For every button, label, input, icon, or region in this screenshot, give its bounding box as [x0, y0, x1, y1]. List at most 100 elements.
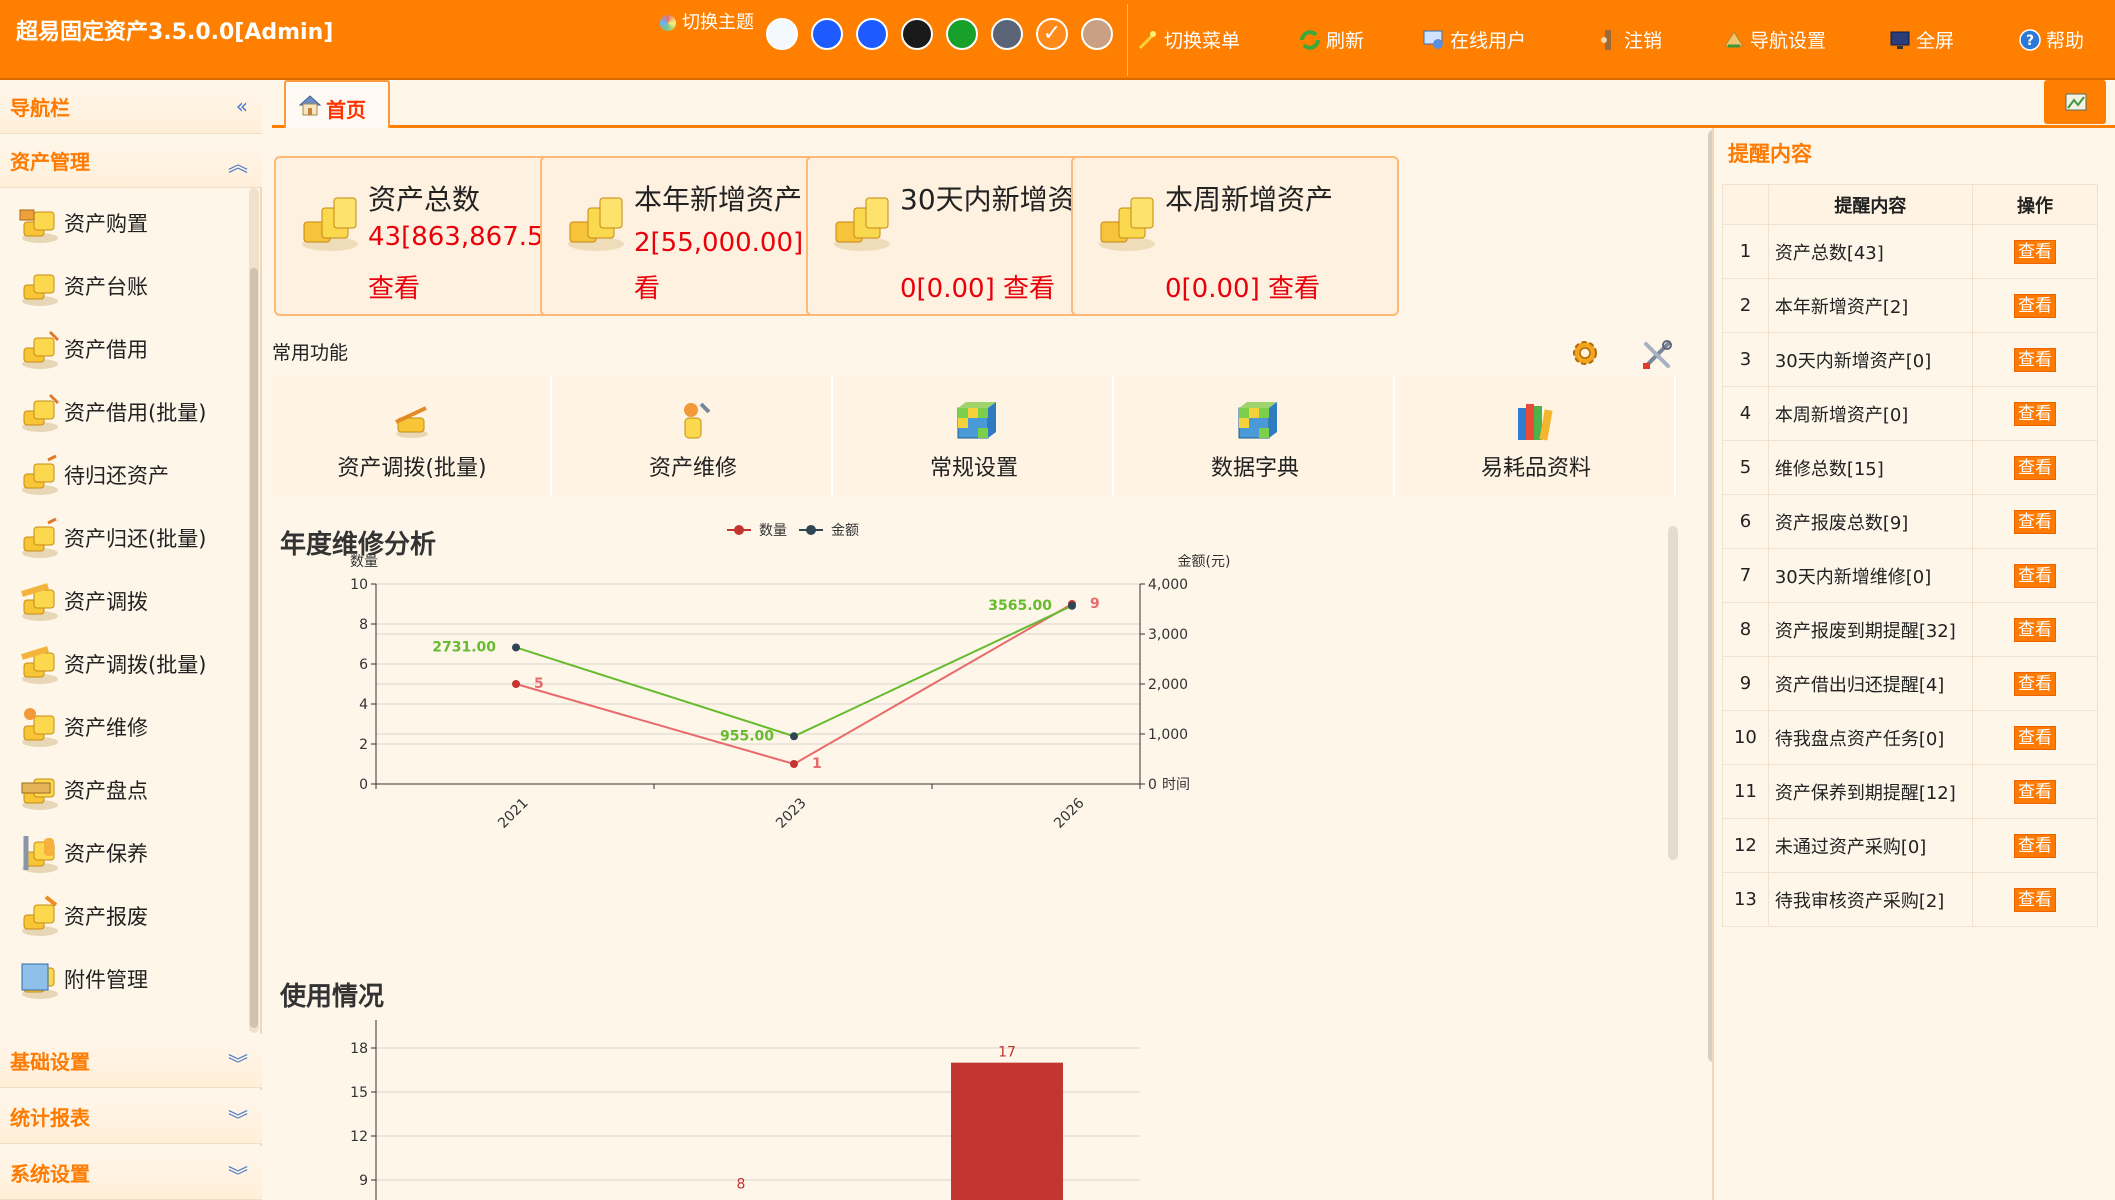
topnav-logout[interactable]: 注销 — [1596, 26, 1662, 56]
view-button[interactable]: 查看 — [2013, 455, 2056, 480]
sidebar-scrollbar-thumb[interactable] — [250, 268, 258, 1028]
legend-label[interactable]: 数量 — [759, 523, 787, 539]
sidebar-item-asset-borrow-batch[interactable]: 资产借用(批量) — [0, 381, 248, 441]
sidebar-item-asset-scrap[interactable]: 资产报废 — [0, 885, 248, 945]
view-button[interactable]: 查看 — [2013, 563, 2056, 588]
sidebar-group-basic-label: 基础设置 — [10, 1050, 90, 1074]
common-function-item[interactable]: 资产调拨(批量) — [272, 376, 552, 496]
sidebar-group-reports[interactable]: 统计报表 ︾ — [0, 1090, 262, 1144]
theme-swatch[interactable] — [1081, 18, 1113, 50]
sidebar-item-label: 资产报废 — [64, 905, 148, 929]
tab-menu-button[interactable] — [2044, 80, 2106, 124]
view-button[interactable]: 查看 — [2013, 617, 2056, 642]
common-function-item[interactable]: 资产维修 — [553, 376, 833, 496]
series-point[interactable] — [790, 760, 798, 768]
sidebar-item-asset-transfer-batch[interactable]: 资产调拨(批量) — [0, 633, 248, 693]
sidebar-item-asset-maintenance[interactable]: 资产保养 — [0, 822, 248, 882]
asset-transfer-batch-icon — [18, 643, 62, 685]
series-point[interactable] — [512, 643, 520, 652]
sidebar-item-asset-repair[interactable]: 资产维修 — [0, 696, 248, 756]
reminder-row: 3 30天内新增资产[0] 查看 — [1722, 332, 2099, 387]
sidebar-item-attachment[interactable]: 附件管理 — [0, 948, 248, 1008]
view-button[interactable]: 查看 — [2013, 725, 2056, 750]
stat-card[interactable]: 本周新增资产 0[0.00] 查看 — [1071, 156, 1399, 316]
series-point[interactable] — [790, 732, 798, 741]
reminder-row: 9 资产借出归还提醒[4] 查看 — [1722, 656, 2099, 711]
view-button[interactable]: 查看 — [2013, 239, 2056, 264]
usage-bar[interactable] — [951, 1062, 1063, 1200]
sidebar-group-assets[interactable]: 资产管理 ︽ — [0, 134, 262, 188]
common-function-label: 资产调拨(批量) — [337, 456, 487, 481]
theme-swatch[interactable] — [901, 18, 933, 50]
view-button[interactable]: 查看 — [2013, 509, 2056, 534]
topnav-refresh[interactable]: 刷新 — [1298, 26, 1364, 56]
topnav-wand[interactable]: 切换菜单 — [1136, 26, 1240, 56]
theme-swatch[interactable]: ✓ — [1036, 18, 1068, 50]
view-button[interactable]: 查看 — [2013, 779, 2056, 804]
collapse-left-icon[interactable]: « — [236, 94, 248, 118]
sidebar-group-basic[interactable]: 基础设置 ︾ — [0, 1034, 262, 1088]
topnav-users-online[interactable]: 在线用户 — [1422, 26, 1526, 56]
legend-marker — [734, 525, 744, 535]
theme-swatch[interactable] — [991, 18, 1023, 50]
reminder-row: 10 待我盘点资产任务[0] 查看 — [1722, 710, 2099, 765]
theme-swatch[interactable] — [811, 18, 843, 50]
topnav-help[interactable]: ? 帮助 — [2018, 26, 2084, 56]
common-function-label: 常规设置 — [929, 456, 1018, 481]
sidebar-item-asset-purchase[interactable]: 资产购置 — [0, 192, 248, 252]
data-label: 5 — [534, 676, 544, 692]
theme-swatch[interactable] — [856, 18, 888, 50]
chevron-up-icon: ︽ — [228, 152, 248, 176]
logout-icon — [1596, 28, 1620, 52]
theme-swatch[interactable] — [766, 18, 798, 50]
x-tick-label: 2021 — [495, 795, 532, 832]
topnav-nav-settings[interactable]: 导航设置 — [1722, 26, 1826, 56]
legend-label[interactable]: 金额 — [831, 523, 859, 539]
sidebar-item-asset-borrow[interactable]: 资产借用 — [0, 318, 248, 378]
sidebar-item-asset-inventory[interactable]: 资产盘点 — [0, 759, 248, 819]
help-icon: ? — [2018, 28, 2042, 52]
x-tick-label: 2023 — [773, 795, 810, 832]
tab-home[interactable]: 首页 — [284, 80, 390, 128]
stat-card-value[interactable]: 0[0.00] 查看 — [1165, 268, 1320, 305]
sidebar-item-asset-transfer[interactable]: 资产调拨 — [0, 570, 248, 630]
y2-tick-label: 2,000 — [1148, 677, 1188, 693]
reminder-row: 11 资产保养到期提醒[12] 查看 — [1722, 764, 2099, 819]
sidebar-group-system[interactable]: 系统设置 ︾ — [0, 1146, 262, 1200]
sidebar-item-pending-return[interactable]: 待归还资产 — [0, 444, 248, 504]
theme-swatch[interactable] — [946, 18, 978, 50]
reminder-row-no: 12 — [1722, 818, 1769, 873]
sidebar-item-asset-return-batch[interactable]: 资产归还(批量) — [0, 507, 248, 567]
tab-menu-icon — [2065, 93, 2087, 111]
reminder-row-content: 待我盘点资产任务[0] — [1767, 710, 1973, 765]
y2-axis-label: 金额(元) — [1178, 554, 1231, 570]
common-function-item[interactable]: 数据字典 — [1115, 376, 1395, 496]
stat-card-value[interactable]: 0[0.00] 查看 — [900, 268, 1055, 305]
chart-scrollbar[interactable] — [1668, 526, 1678, 860]
series-point[interactable] — [512, 680, 520, 688]
stat-card-view-link[interactable]: 查看 — [368, 268, 420, 305]
reminder-row-no: 4 — [1722, 386, 1769, 441]
reminder-row-no: 8 — [1722, 602, 1769, 657]
topnav-fullscreen[interactable]: 全屏 — [1888, 26, 1954, 56]
view-button[interactable]: 查看 — [2013, 671, 2056, 696]
reminder-row-no: 6 — [1722, 494, 1769, 549]
common-function-item[interactable]: 常规设置 — [834, 376, 1114, 496]
view-button[interactable]: 查看 — [2013, 401, 2056, 426]
sidebar-scrollbar[interactable] — [249, 188, 259, 1033]
sidebar-item-label: 资产调拨 — [64, 590, 148, 614]
theme-switch[interactable]: 切换主题 — [660, 10, 760, 36]
reminder-row-content: 本年新增资产[2] — [1767, 278, 1973, 333]
common-function-item[interactable]: 易耗品资料 — [1396, 376, 1676, 496]
cube-settings-icon — [952, 398, 998, 444]
stat-card-view-link[interactable]: 看 — [634, 268, 660, 305]
view-button[interactable]: 查看 — [2013, 293, 2056, 318]
series-point[interactable] — [1068, 601, 1076, 610]
view-button[interactable]: 查看 — [2013, 833, 2056, 858]
tools-icon[interactable] — [1640, 338, 1674, 372]
sidebar-item-asset-ledger[interactable]: 资产台账 — [0, 255, 248, 315]
view-button[interactable]: 查看 — [2013, 347, 2056, 372]
view-button[interactable]: 查看 — [2013, 887, 2056, 912]
gear-icon[interactable] — [1570, 338, 1600, 368]
sidebar-nav-header[interactable]: 导航栏 « — [0, 80, 262, 134]
